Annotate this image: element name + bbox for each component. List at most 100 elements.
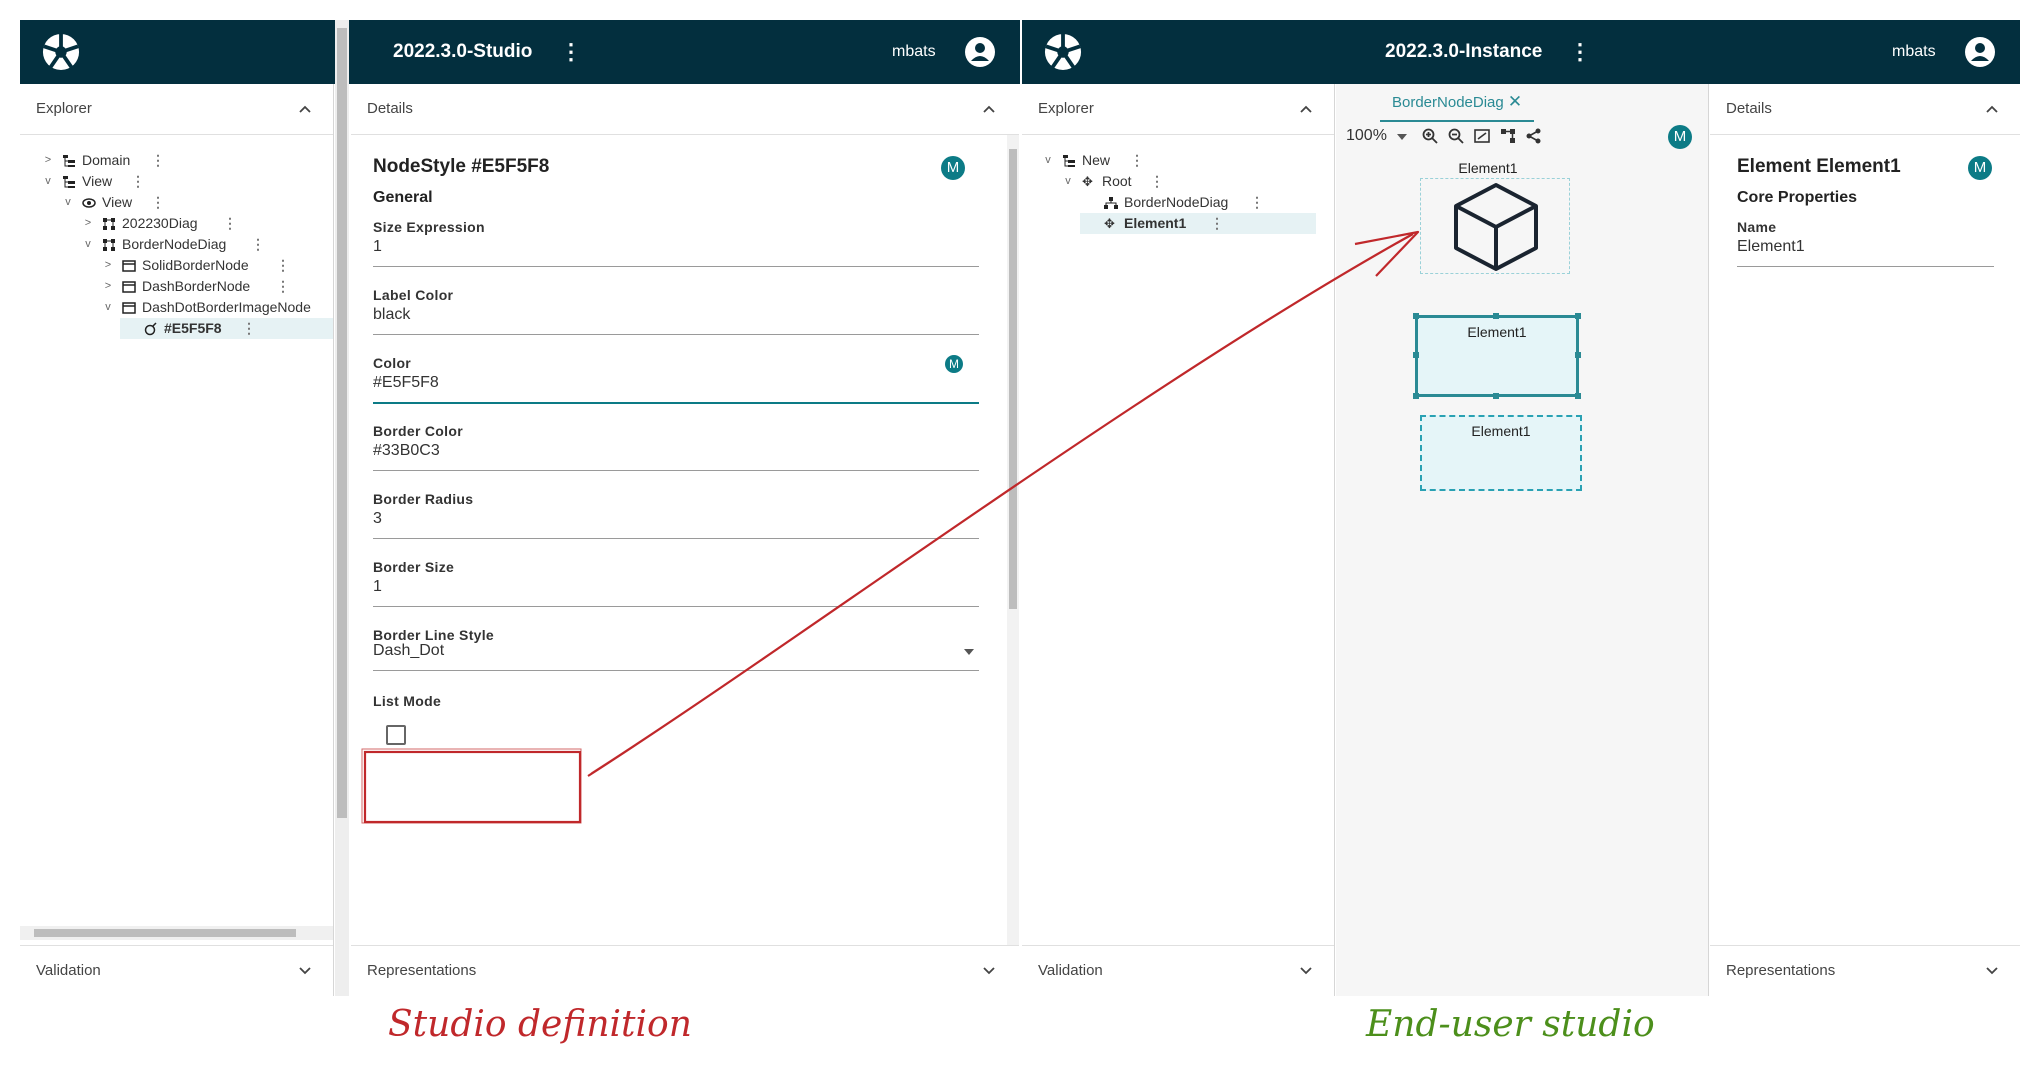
tree-item[interactable]: > Domain ⋮	[20, 150, 333, 171]
more-icon[interactable]: ⋮	[276, 255, 290, 276]
horizontal-scrollbar[interactable]	[20, 926, 333, 940]
node-label: Element1	[1458, 160, 1518, 176]
selected-node[interactable]: Element1	[1413, 313, 1581, 399]
sirius-logo-icon[interactable]	[1044, 33, 1082, 71]
details-panel: Details NodeStyle #E5F5F8 M General Size…	[351, 84, 1019, 996]
more-icon[interactable]: ⋮	[151, 150, 165, 171]
details-header[interactable]: Details	[1710, 84, 2020, 135]
chevron-down-icon[interactable]	[1298, 963, 1314, 979]
validation-header[interactable]: Validation	[20, 945, 333, 996]
chevron-down-icon[interactable]: v	[42, 171, 54, 192]
annotation-studio-definition: Studio definition	[388, 1004, 692, 1045]
border-size-field[interactable]: 1	[373, 572, 979, 607]
zoom-dropdown-icon[interactable]	[1396, 132, 1408, 142]
editor-tabs: BorderNodeDiag ✕	[1336, 84, 1708, 122]
tree-item[interactable]: v View ⋮	[20, 171, 333, 192]
tree-item-label: BorderNodeDiag	[1124, 194, 1229, 210]
name-field[interactable]: Element1	[1737, 232, 1994, 267]
border-radius-field[interactable]: 3	[373, 504, 979, 539]
representations-header[interactable]: Representations	[351, 945, 1019, 996]
chevron-down-icon[interactable]	[297, 963, 313, 979]
chevron-down-icon[interactable]: v	[1062, 171, 1074, 192]
zoom-out-icon[interactable]	[1448, 128, 1464, 144]
explorer-header[interactable]: Explorer	[1022, 84, 1334, 135]
details-scrollbar[interactable]	[1007, 135, 1019, 945]
zoom-in-icon[interactable]	[1422, 128, 1438, 144]
tree-item-selected[interactable]: #E5F5F8 ⋮	[120, 318, 333, 339]
tree-item[interactable]: > DashBorderNode ⋮	[20, 276, 333, 297]
resize-handle[interactable]	[1493, 393, 1499, 399]
dropdown-arrow-icon[interactable]	[963, 648, 975, 656]
color-field[interactable]: #E5F5F8	[373, 368, 979, 404]
border-color-field[interactable]: #33B0C3	[373, 436, 979, 471]
more-icon[interactable]: ⋮	[251, 234, 265, 255]
chevron-down-icon[interactable]: v	[1042, 150, 1054, 171]
tree-item[interactable]: v DashDotBorderImageNode	[20, 297, 333, 318]
chevron-down-icon[interactable]: v	[82, 234, 94, 255]
representations-header[interactable]: Representations	[1710, 945, 2020, 996]
chevron-down-icon[interactable]	[981, 963, 997, 979]
fit-to-screen-icon[interactable]	[1474, 128, 1490, 144]
resize-handle[interactable]	[1575, 313, 1581, 319]
tree-item[interactable]: v ✥ Root ⋮	[1022, 171, 1334, 192]
more-icon[interactable]: ⋮	[242, 318, 256, 339]
zoom-level[interactable]: 100%	[1346, 127, 1387, 145]
more-icon[interactable]: ⋮	[1210, 213, 1224, 234]
more-icon[interactable]: ⋮	[276, 276, 290, 297]
scrollbar-thumb[interactable]	[1009, 149, 1017, 609]
splitter-scrollbar[interactable]	[335, 20, 349, 996]
more-icon[interactable]: ⋮	[131, 171, 145, 192]
app-menu-icon[interactable]: ⋮	[560, 20, 582, 84]
arrange-layout-icon[interactable]	[1500, 128, 1516, 144]
tree-item[interactable]: v New ⋮	[1022, 150, 1334, 171]
chevron-up-icon[interactable]	[981, 101, 997, 117]
tree-item[interactable]: > SolidBorderNode ⋮	[20, 255, 333, 276]
scrollbar-thumb[interactable]	[337, 28, 347, 818]
tree-item[interactable]: v View ⋮	[20, 192, 333, 213]
instance-app: 2022.3.0-Instance ⋮ mbats Explorer v New ⋮…	[1022, 20, 2020, 996]
resize-handle[interactable]	[1575, 352, 1581, 358]
chevron-up-icon[interactable]	[1298, 101, 1314, 117]
chevron-up-icon[interactable]	[297, 101, 313, 117]
border-line-style-select[interactable]: Dash_Dot	[373, 636, 979, 671]
resize-handle[interactable]	[1413, 393, 1419, 399]
sirius-logo-icon[interactable]	[42, 33, 80, 71]
size-expression-field[interactable]: 1	[373, 232, 979, 267]
app-menu-icon[interactable]: ⋮	[1569, 20, 1591, 84]
tree-item[interactable]: v BorderNodeDiag ⋮	[20, 234, 333, 255]
tree-item[interactable]: BorderNodeDiag ⋮	[1022, 192, 1334, 213]
chevron-down-icon[interactable]: v	[62, 192, 74, 213]
tree-item[interactable]: >202230Diag ⋮	[20, 213, 333, 234]
chevron-right-icon[interactable]: >	[102, 255, 114, 276]
resize-handle[interactable]	[1493, 313, 1499, 319]
more-icon[interactable]: ⋮	[1130, 150, 1144, 171]
validation-header[interactable]: Validation	[1022, 945, 1334, 996]
tab-bordernodediag[interactable]: BorderNodeDiag ✕	[1380, 84, 1535, 122]
more-icon[interactable]: ⋮	[151, 192, 165, 213]
details-header[interactable]: Details	[351, 84, 1019, 135]
dashed-node[interactable]: Element1	[1420, 415, 1582, 491]
more-icon[interactable]: ⋮	[1250, 192, 1264, 213]
resize-handle[interactable]	[1413, 352, 1419, 358]
scrollbar-thumb[interactable]	[34, 929, 296, 937]
chevron-right-icon[interactable]: >	[42, 150, 54, 171]
close-icon[interactable]: ✕	[1508, 92, 1522, 111]
share-icon[interactable]	[1526, 128, 1542, 144]
more-icon[interactable]: ⋮	[223, 213, 237, 234]
tree-item-selected[interactable]: ✥ Element1 ⋮	[1080, 213, 1316, 234]
image-node[interactable]	[1420, 178, 1570, 274]
user-avatar-icon[interactable]	[965, 37, 995, 67]
tree-item-label: View	[82, 173, 113, 189]
explorer-header[interactable]: Explorer	[20, 84, 333, 135]
resize-handle[interactable]	[1575, 393, 1581, 399]
chevron-up-icon[interactable]	[1984, 101, 2000, 117]
more-icon[interactable]: ⋮	[1150, 171, 1164, 192]
list-mode-checkbox[interactable]	[386, 725, 406, 745]
label-color-field[interactable]: black	[373, 300, 979, 335]
user-avatar-icon[interactable]	[1965, 37, 1995, 67]
chevron-down-icon[interactable]: v	[102, 297, 114, 318]
chevron-down-icon[interactable]	[1984, 963, 2000, 979]
chevron-right-icon[interactable]: >	[102, 276, 114, 297]
resize-handle[interactable]	[1413, 313, 1419, 319]
chevron-right-icon[interactable]: >	[82, 213, 94, 234]
